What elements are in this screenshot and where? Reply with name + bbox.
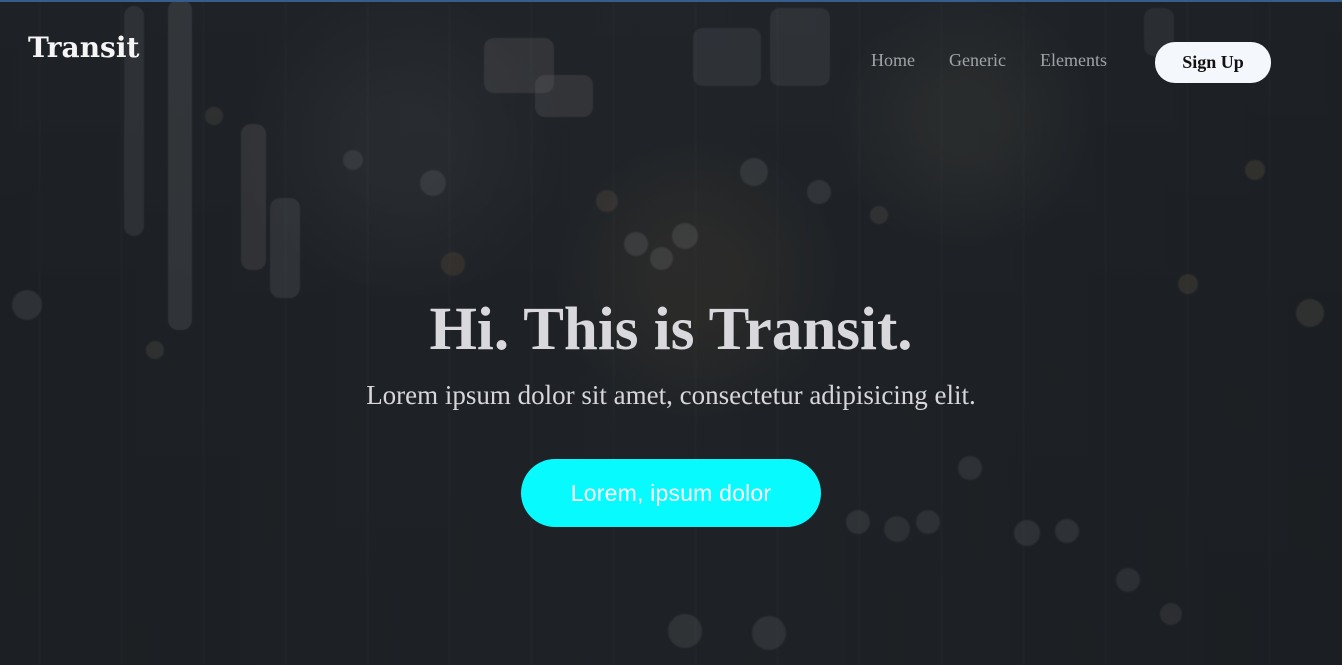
hero-subtitle: Lorem ipsum dolor sit amet, consectetur … [366,380,976,411]
background-light-bar [270,198,300,298]
bokeh-light [343,150,363,170]
nav-elements-link[interactable]: Elements [1040,51,1107,69]
bokeh-light [596,190,618,212]
nav-home-link[interactable]: Home [871,51,915,69]
top-accent-line [0,0,1342,2]
main-navigation: Home Generic Elements [871,51,1107,69]
bokeh-light [752,616,786,650]
bokeh-light [650,247,673,270]
sign-up-button[interactable]: Sign Up [1155,42,1271,83]
bokeh-light [1116,568,1140,592]
bokeh-light [870,206,888,224]
site-header: Transit Home Generic Elements Sign Up [0,0,1342,110]
bokeh-light [807,180,831,204]
hero-content: Hi. This is Transit. Lorem ipsum dolor s… [0,296,1342,528]
bokeh-light [420,170,446,196]
bokeh-light [1245,160,1265,180]
bokeh-light [1178,274,1198,294]
hero-title: Hi. This is Transit. [429,296,913,363]
hero-cta-button[interactable]: Lorem, ipsum dolor [521,459,821,528]
hero-section: Transit Home Generic Elements Sign Up Hi… [0,0,1342,665]
bokeh-light [668,614,702,648]
site-logo[interactable]: Transit [28,34,139,62]
background-light-bar [241,124,266,270]
bokeh-light [740,158,768,186]
bokeh-light [672,223,698,249]
bokeh-light [1160,603,1182,625]
nav-generic-link[interactable]: Generic [949,51,1006,69]
bokeh-light [441,252,465,276]
bokeh-light [624,232,648,256]
